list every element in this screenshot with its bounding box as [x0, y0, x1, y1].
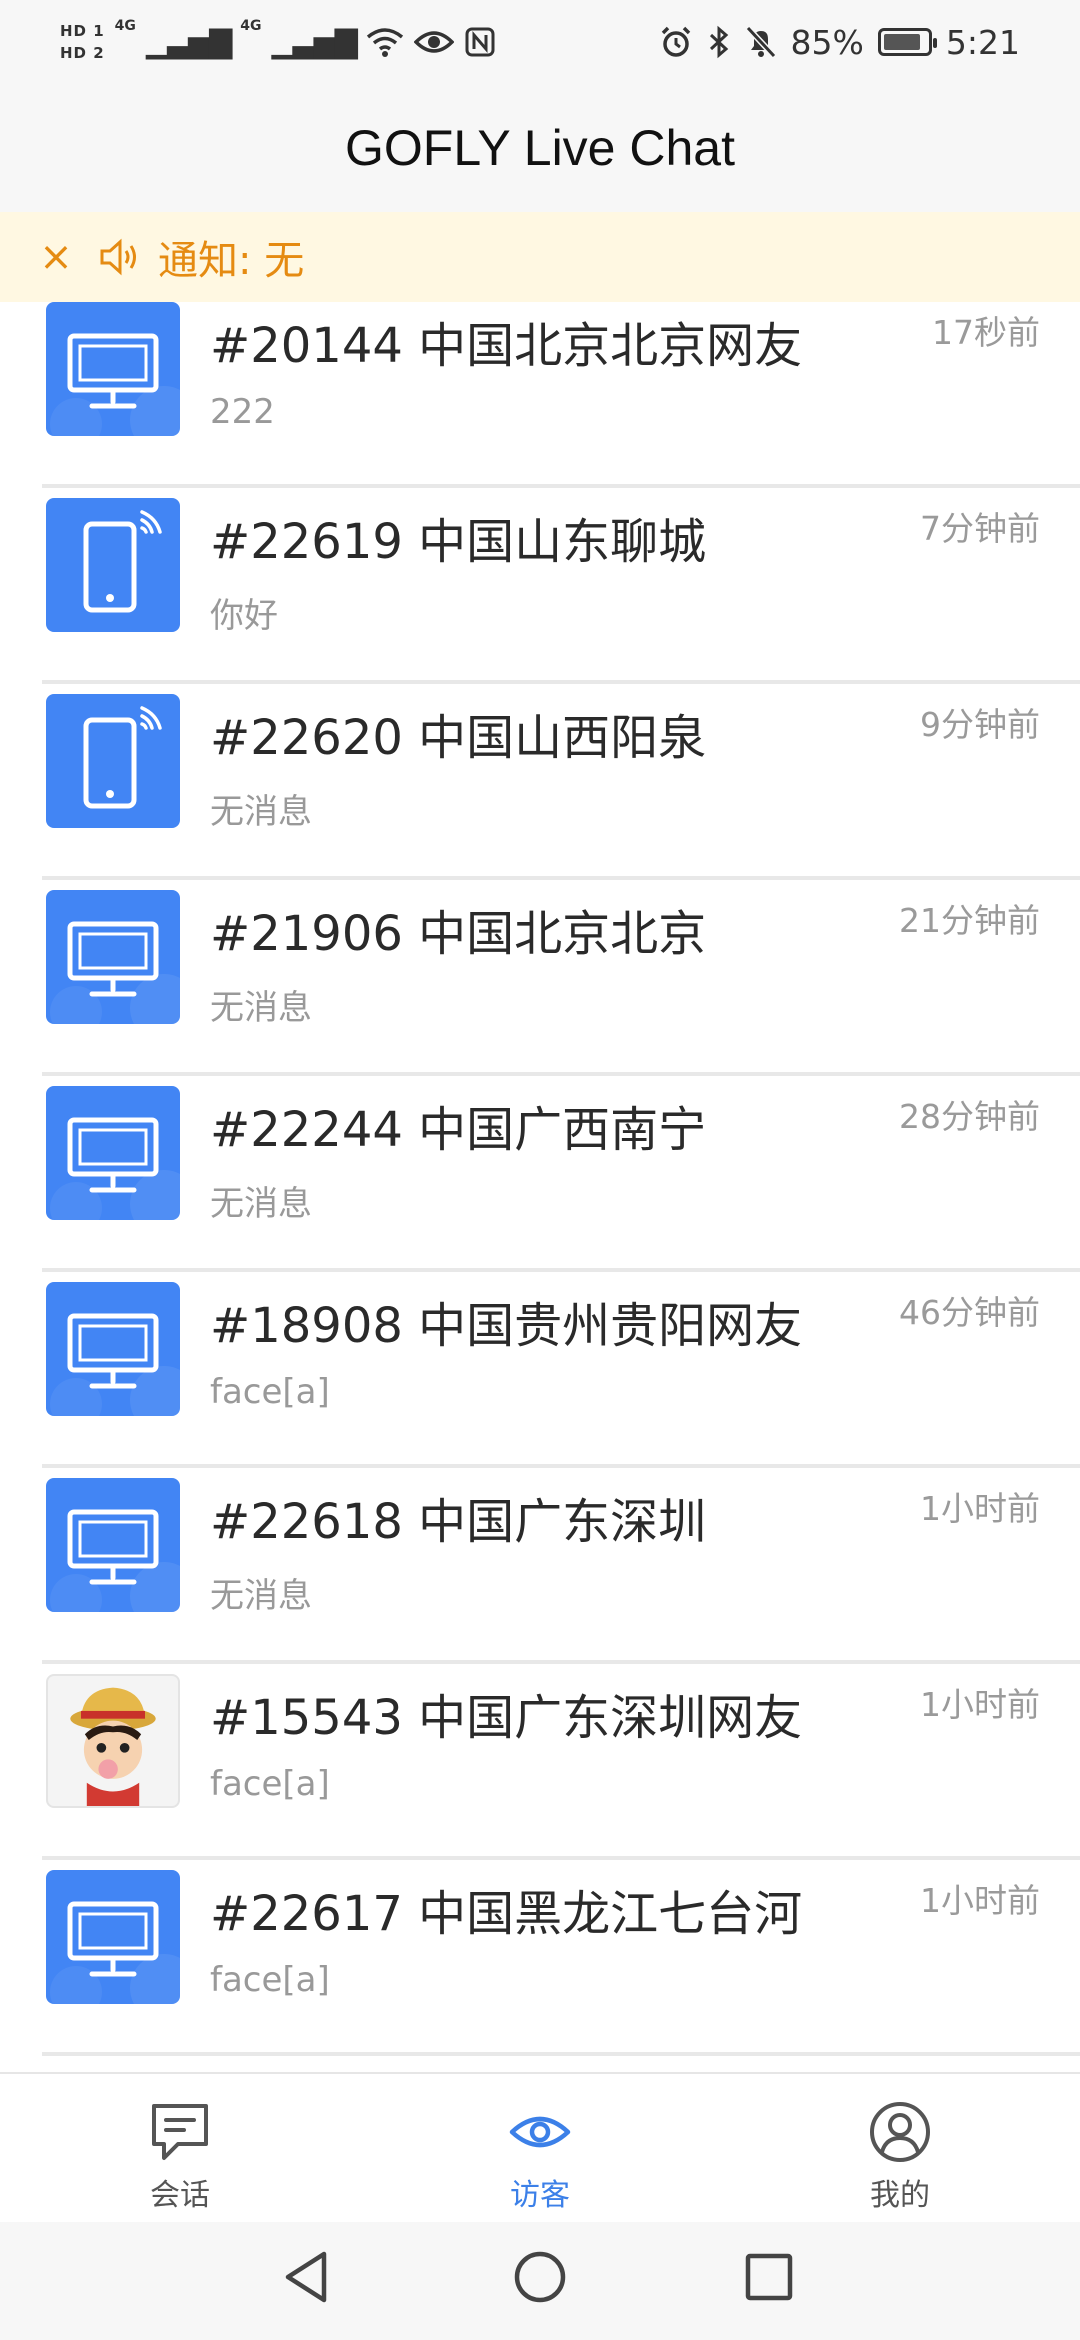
battery-fill	[883, 34, 920, 50]
status-bar: HD 1 HD 2 4G ▁▃▅▇ 4G ▁▃▅▇ 85% 5:21	[0, 0, 1080, 84]
visitor-name: #22617 中国黑龙江七台河	[210, 1886, 803, 1942]
battery-icon	[877, 28, 937, 56]
last-message: 无消息	[210, 792, 312, 832]
desktop-icon	[46, 1282, 180, 1416]
eye-icon	[509, 2116, 571, 2148]
last-message: 无消息	[210, 1576, 312, 1616]
app-header: GOFLY Live Chat	[0, 84, 1080, 212]
phone-icon	[46, 498, 180, 632]
visitor-list: #20144 中国北京北京网友 222 17秒前 #22619 中国山东聊城你好 7分钟…	[0, 302, 1080, 2072]
last-message: 无消息	[210, 1184, 312, 1224]
last-message: face[a]	[210, 1960, 330, 2000]
chat-icon	[152, 2104, 208, 2160]
notice-text: 通知: 无	[158, 238, 305, 284]
visitor-name: #22619 中国山东聊城	[210, 514, 707, 570]
close-icon[interactable]: ×	[36, 234, 76, 280]
desktop-icon	[46, 1086, 180, 1220]
visit-time: 7分钟前	[920, 509, 1040, 548]
tab-profile[interactable]: 我的	[720, 2074, 1080, 2224]
alarm-icon	[661, 26, 690, 57]
last-message: 222	[210, 392, 275, 432]
recents-icon[interactable]	[734, 2242, 804, 2312]
network-type-1: 4G	[114, 18, 136, 34]
visit-time: 17秒前	[932, 313, 1040, 352]
tab-visitors[interactable]: 访客	[360, 2074, 720, 2224]
network-type-2: 4G	[240, 18, 262, 34]
desktop-icon	[46, 890, 180, 1024]
desktop-icon	[46, 1478, 180, 1612]
visitor-name: #22618 中国广东深圳	[210, 1494, 707, 1550]
visitor-row[interactable]: #22618 中国广东深圳无消息 1小时前	[42, 1468, 1080, 1664]
visitor-row[interactable]: #22617 中国黑龙江七台河 face[a] 1小时前	[42, 1860, 1080, 2056]
tab-visitors-label: 访客	[510, 2178, 570, 2213]
visit-time: 28分钟前	[899, 1097, 1040, 1136]
hd-indicator: HD 1 HD 2	[60, 20, 105, 64]
speaker-icon	[100, 238, 136, 276]
visitor-row[interactable]: #22619 中国山东聊城你好 7分钟前	[42, 488, 1080, 684]
last-message: face[a]	[210, 1764, 330, 1804]
nfc-icon	[465, 27, 495, 57]
desktop-icon	[46, 1870, 180, 2004]
signal-icon: ▁▃▅▇	[145, 24, 232, 60]
status-right: 85% 5:21	[659, 12, 1020, 72]
mute-bell-icon	[745, 25, 776, 59]
visitor-row[interactable]: #22620 中国山西阳泉无消息 9分钟前	[42, 684, 1080, 880]
clock: 5:21	[945, 22, 1020, 62]
visitor-row[interactable]: #22244 中国广西南宁无消息 28分钟前	[42, 1076, 1080, 1272]
visitor-row[interactable]: #21906 中国北京北京无消息 21分钟前	[42, 880, 1080, 1076]
visitor-name: #15543 中国广东深圳网友	[210, 1690, 803, 1746]
visitor-name: #22620 中国山西阳泉	[210, 710, 707, 766]
notice-bar: × 通知: 无	[0, 212, 1080, 302]
bottom-tab-bar: 会话 访客 我的	[0, 2072, 1080, 2222]
home-icon[interactable]	[505, 2242, 575, 2312]
wifi-icon	[366, 28, 403, 57]
visit-time: 1小时前	[920, 1489, 1040, 1528]
tab-profile-label: 我的	[870, 2178, 930, 2213]
hd2-label: HD 2	[60, 44, 105, 62]
eye-comfort-icon	[413, 31, 454, 53]
desktop-icon	[46, 302, 180, 436]
page-title: GOFLY Live Chat	[345, 120, 735, 176]
status-left: HD 1 HD 2 4G ▁▃▅▇ 4G ▁▃▅▇	[60, 12, 496, 72]
profile-icon	[870, 2102, 930, 2162]
hd1-label: HD 1	[60, 22, 105, 40]
visit-time: 9分钟前	[920, 705, 1040, 744]
visitor-row[interactable]: #15543 中国广东深圳网友 face[a] 1小时前	[42, 1664, 1080, 1860]
visit-time: 46分钟前	[899, 1293, 1040, 1332]
last-message: 你好	[210, 596, 278, 636]
visit-time: 21分钟前	[899, 901, 1040, 940]
visitor-row[interactable]: #20144 中国北京北京网友 222 17秒前	[42, 302, 1080, 488]
system-nav-bar	[0, 2222, 1080, 2340]
visitor-name: #21906 中国北京北京	[210, 906, 707, 962]
visitor-row[interactable]: #18908 中国贵州贵阳网友 face[a] 46分钟前	[42, 1272, 1080, 1468]
visitor-name: #20144 中国北京北京网友	[210, 318, 803, 374]
last-message: face[a]	[210, 1372, 330, 1412]
tab-chat[interactable]: 会话	[0, 2074, 360, 2224]
battery-percent: 85%	[790, 22, 864, 62]
back-icon[interactable]	[274, 2242, 344, 2312]
last-message: 无消息	[210, 988, 312, 1028]
bluetooth-icon	[709, 25, 728, 59]
visitor-name: #18908 中国贵州贵阳网友	[210, 1298, 803, 1354]
avatar	[46, 1674, 180, 1808]
visitor-name: #22244 中国广西南宁	[210, 1102, 707, 1158]
tab-chat-label: 会话	[150, 2178, 210, 2213]
signal-icon-2: ▁▃▅▇	[271, 24, 357, 60]
visit-time: 1小时前	[920, 1881, 1040, 1920]
phone-icon	[46, 694, 180, 828]
visit-time: 1小时前	[920, 1685, 1040, 1724]
